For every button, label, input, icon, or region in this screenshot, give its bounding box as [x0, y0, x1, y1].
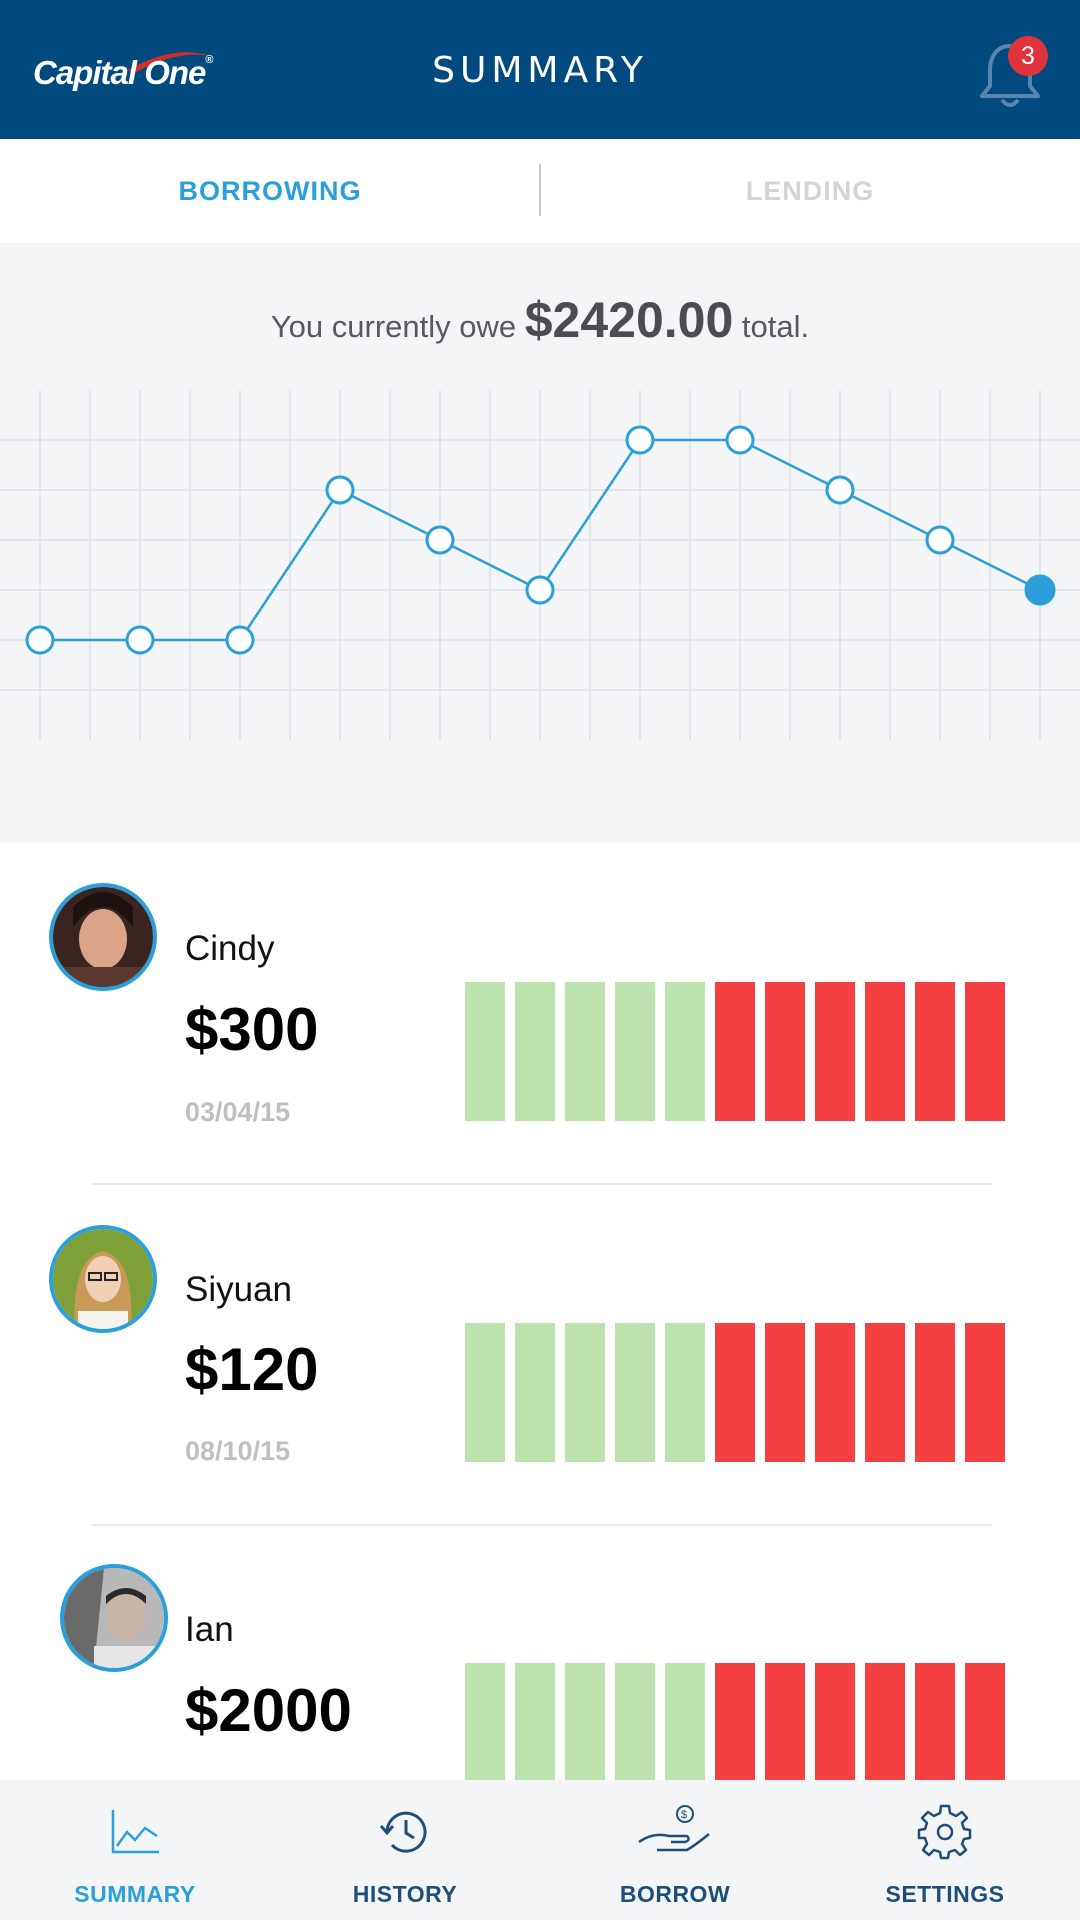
nav-summary[interactable]: SUMMARY: [0, 1780, 270, 1920]
avatar: [60, 1564, 168, 1672]
tab-bar: BORROWING LENDING: [0, 139, 1080, 243]
unpaid-segment: [765, 1323, 805, 1462]
paid-segment: [465, 1323, 505, 1462]
paid-segment: [565, 1323, 605, 1462]
data-point[interactable]: [925, 525, 955, 555]
person-name: Cindy: [185, 929, 275, 968]
balance-chart: [0, 390, 1080, 740]
unpaid-segment: [715, 1323, 755, 1462]
paid-segment: [465, 982, 505, 1121]
person-date: 03/04/15: [185, 1097, 291, 1127]
repayment-progress: [465, 1323, 1005, 1462]
history-icon: [379, 1811, 427, 1853]
unpaid-segment: [765, 982, 805, 1121]
total-owed-amount: $2420.00: [524, 292, 734, 348]
tab-lending[interactable]: LENDING: [540, 139, 1080, 243]
bottom-navigation: SUMMARY HISTORY $ BORROW SETTINGS: [0, 1780, 1080, 1920]
paid-segment: [665, 982, 705, 1121]
paid-segment: [515, 982, 555, 1121]
person-amount: $300: [185, 996, 319, 1063]
owe-prefix: You currently owe: [270, 309, 517, 344]
data-point[interactable]: [325, 475, 355, 505]
data-point[interactable]: [25, 625, 55, 655]
unpaid-segment: [965, 982, 1005, 1121]
data-point[interactable]: [825, 475, 855, 505]
paid-segment: [565, 982, 605, 1121]
nav-borrow[interactable]: $ BORROW: [540, 1780, 810, 1920]
svg-text:$: $: [681, 1809, 687, 1821]
notification-badge: 3: [1008, 36, 1048, 76]
data-point[interactable]: [425, 525, 455, 555]
paid-segment: [665, 1323, 705, 1462]
nav-label: SETTINGS: [885, 1881, 1005, 1907]
borrow-icon: $: [638, 1805, 710, 1852]
gear-icon: [917, 1804, 972, 1860]
avatar: [49, 1225, 157, 1333]
data-point[interactable]: [725, 425, 755, 455]
data-point[interactable]: [225, 625, 255, 655]
list-item-siyuan[interactable]: Siyuan $120 08/10/15: [0, 1183, 1080, 1523]
data-point[interactable]: [525, 575, 555, 605]
person-amount: $2000: [185, 1677, 352, 1744]
unpaid-segment: [865, 982, 905, 1121]
repayment-progress: [465, 982, 1005, 1121]
app-header: Capital One® SUMMARY 3: [0, 0, 1080, 139]
paid-segment: [615, 1323, 655, 1462]
unpaid-segment: [965, 1323, 1005, 1462]
data-point[interactable]: [625, 425, 655, 455]
nav-label: BORROW: [619, 1881, 731, 1907]
unpaid-segment: [815, 1323, 855, 1462]
total-owed-text: You currently owe $2420.00 total.: [0, 291, 1080, 349]
unpaid-segment: [915, 982, 955, 1121]
person-amount: $120: [185, 1336, 319, 1403]
unpaid-segment: [915, 1323, 955, 1462]
nav-history[interactable]: HISTORY: [270, 1780, 540, 1920]
data-point[interactable]: [125, 625, 155, 655]
data-point[interactable]: [1024, 574, 1056, 606]
avatar: [49, 883, 157, 991]
unpaid-segment: [715, 982, 755, 1121]
unpaid-segment: [865, 1323, 905, 1462]
list-item-cindy[interactable]: Cindy $300 03/04/15: [0, 843, 1080, 1183]
tab-borrowing[interactable]: BORROWING: [0, 139, 540, 243]
paid-segment: [515, 1323, 555, 1462]
page-title: SUMMARY: [432, 50, 648, 91]
summary-panel: You currently owe $2420.00 total.: [0, 243, 1080, 843]
unpaid-segment: [815, 982, 855, 1121]
nav-label: SUMMARY: [74, 1881, 196, 1907]
person-name: Siyuan: [185, 1270, 293, 1309]
nav-label: HISTORY: [352, 1881, 458, 1907]
chart-icon: [111, 1810, 159, 1854]
owe-suffix: total.: [741, 309, 810, 344]
person-name: Ian: [185, 1610, 234, 1649]
nav-settings[interactable]: SETTINGS: [810, 1780, 1080, 1920]
person-date: 08/10/15: [185, 1436, 291, 1466]
paid-segment: [615, 982, 655, 1121]
